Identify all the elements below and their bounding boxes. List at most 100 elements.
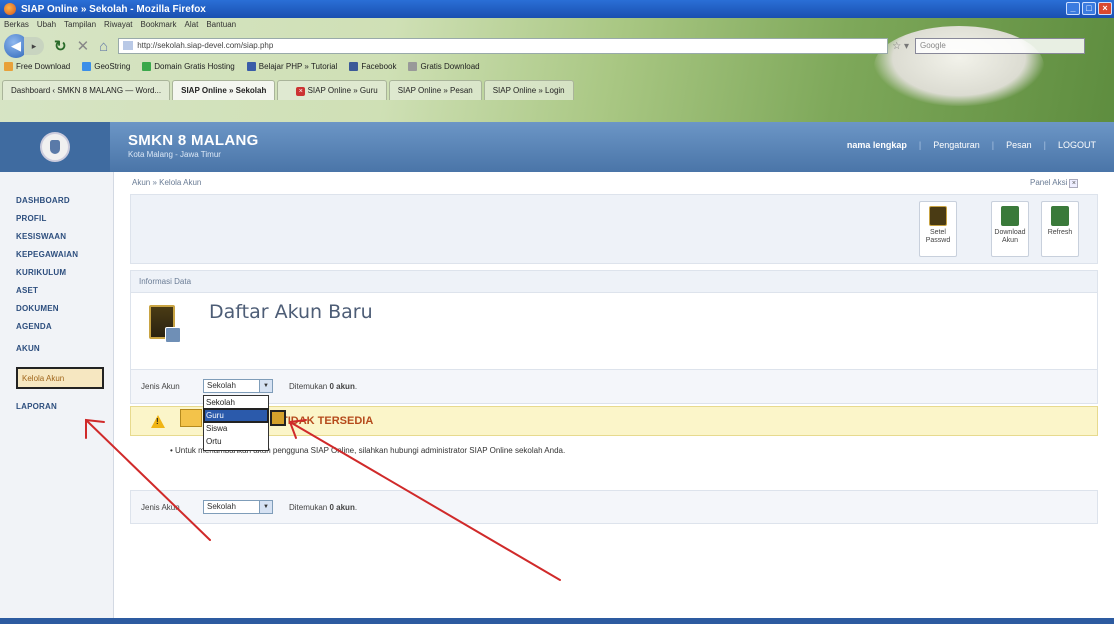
browser-chrome: Berkas Ubah Tampilan Riwayat Bookmark Al… bbox=[0, 18, 1114, 122]
bookmarks-toolbar: Free Download GeoString Domain Gratis Ho… bbox=[4, 62, 480, 72]
set-password-label: Setel Passwd bbox=[925, 229, 951, 244]
firefox-logo-icon bbox=[4, 3, 16, 15]
filter-bar-bottom: Jenis Akun Sekolah ▼ Ditemukan 0 akun. bbox=[130, 490, 1098, 524]
bookmark-facebook[interactable]: Facebook bbox=[349, 62, 396, 72]
window-title-bar: SIAP Online » Sekolah - Mozilla Firefox … bbox=[0, 0, 1114, 18]
account-type-select[interactable]: Sekolah ▼ bbox=[203, 379, 273, 393]
sidebar-subitem-kelola-akun[interactable]: Kelola Akun bbox=[16, 367, 104, 389]
panel-aksi-label: Panel Aksi bbox=[1030, 178, 1068, 187]
account-type-dropdown-list: Sekolah Guru Siswa Ortu bbox=[203, 395, 269, 451]
refresh-label: Refresh bbox=[1047, 229, 1073, 236]
menu-tampilan[interactable]: Tampilan bbox=[64, 20, 96, 29]
tab-strip: Dashboard ‹ SMKN 8 MALANG — Word... SIAP… bbox=[0, 80, 1114, 100]
account-type-label-bottom: Jenis Akun bbox=[141, 503, 180, 512]
browser-menubar: Berkas Ubah Tampilan Riwayat Bookmark Al… bbox=[4, 20, 236, 29]
tab-siap-sekolah[interactable]: SIAP Online » Sekolah bbox=[172, 80, 276, 100]
menu-ubah[interactable]: Ubah bbox=[37, 20, 56, 29]
home-icon[interactable]: ⌂ bbox=[99, 38, 108, 55]
sidebar-item-dokumen[interactable]: DOKUMEN bbox=[16, 304, 59, 313]
bookmark-domain-gratis[interactable]: Domain Gratis Hosting bbox=[142, 62, 235, 72]
chevron-down-icon[interactable]: ▼ bbox=[259, 380, 272, 392]
footer-bar bbox=[0, 618, 1114, 624]
site-header: SMKN 8 MALANG Kota Malang - Jawa Timur n… bbox=[0, 122, 1114, 172]
account-type-selected: Sekolah bbox=[207, 381, 236, 390]
facebook-icon bbox=[349, 62, 359, 72]
sidebar-item-akun[interactable]: AKUN bbox=[16, 344, 40, 353]
tab-dashboard[interactable]: Dashboard ‹ SMKN 8 MALANG — Word... bbox=[2, 80, 171, 100]
close-tab-icon[interactable]: × bbox=[296, 87, 306, 96]
option-ortu[interactable]: Ortu bbox=[204, 435, 268, 448]
close-window-icon[interactable]: × bbox=[1098, 2, 1112, 15]
refresh-button[interactable]: Refresh bbox=[1041, 201, 1079, 257]
logout-link[interactable]: LOGOUT bbox=[1058, 140, 1096, 150]
menu-berkas[interactable]: Berkas bbox=[4, 20, 29, 29]
download-akun-button[interactable]: Download Akun bbox=[991, 201, 1029, 257]
info-header: Informasi Data bbox=[131, 271, 1097, 293]
sidebar-item-kurikulum[interactable]: KURIKULUM bbox=[16, 268, 66, 277]
sidebar-item-laporan[interactable]: LAPORAN bbox=[16, 402, 57, 411]
option-siswa[interactable]: Siswa bbox=[204, 422, 268, 435]
download-icon bbox=[1001, 206, 1019, 226]
breadcrumb: Akun » Kelola Akun bbox=[132, 178, 202, 187]
messages-link[interactable]: Pesan bbox=[1006, 140, 1032, 150]
bookmark-gratis-download[interactable]: Gratis Download bbox=[408, 62, 480, 72]
warning-badge-icon bbox=[180, 409, 202, 427]
reload-icon[interactable]: ↻ bbox=[54, 37, 67, 55]
tab-siap-guru[interactable]: × SIAP Online » Guru bbox=[277, 80, 387, 100]
highlight-box-icon bbox=[270, 410, 286, 426]
bookmark-star-icon[interactable]: ☆ ▾ bbox=[892, 41, 909, 52]
tab-siap-pesan[interactable]: SIAP Online » Pesan bbox=[388, 80, 482, 100]
sidebar-item-agenda[interactable]: AGENDA bbox=[16, 322, 52, 331]
bookmark-page-icon bbox=[82, 62, 92, 72]
sidebar-item-kepegawaian[interactable]: KEPEGAWAIAN bbox=[16, 250, 78, 259]
key-book-icon bbox=[929, 206, 947, 226]
menu-alat[interactable]: Alat bbox=[185, 20, 199, 29]
account-type-selected-bottom: Sekolah bbox=[207, 502, 236, 511]
bookmark-page-icon bbox=[142, 62, 152, 72]
window-title: SIAP Online » Sekolah - Mozilla Firefox bbox=[21, 3, 206, 15]
school-city: Kota Malang - Jawa Timur bbox=[128, 150, 221, 159]
maximize-icon[interactable]: □ bbox=[1082, 2, 1096, 15]
action-toolbar: Setel Passwd Download Akun Refresh bbox=[130, 194, 1098, 264]
set-password-button[interactable]: Setel Passwd bbox=[919, 201, 957, 257]
bookmark-free-download[interactable]: Free Download bbox=[4, 62, 70, 72]
forward-dropdown-icon[interactable]: ▸ bbox=[24, 37, 44, 55]
stop-icon[interactable]: ✕ bbox=[77, 37, 90, 55]
warning-icon bbox=[151, 415, 165, 428]
school-name: SMKN 8 MALANG bbox=[128, 132, 259, 149]
menu-riwayat[interactable]: Riwayat bbox=[104, 20, 132, 29]
option-sekolah[interactable]: Sekolah bbox=[204, 396, 268, 409]
minimize-icon[interactable]: _ bbox=[1066, 2, 1080, 15]
address-bar[interactable]: http://sekolah.siap-devel.com/siap.php bbox=[118, 38, 889, 54]
panel-aksi-toggle[interactable]: Panel Aksi × bbox=[1030, 178, 1079, 188]
bookmark-belajar-php[interactable]: Belajar PHP » Tutorial bbox=[246, 62, 337, 72]
sidebar-item-profil[interactable]: PROFIL bbox=[16, 214, 47, 223]
sidebar: DASHBOARD PROFIL KESISWAAN KEPEGAWAIAN K… bbox=[0, 172, 114, 618]
tab-siap-login[interactable]: SIAP Online » Login bbox=[483, 80, 574, 100]
search-input[interactable]: Google bbox=[914, 38, 1085, 54]
sidebar-item-dashboard[interactable]: DASHBOARD bbox=[16, 196, 70, 205]
header-nav: nama lengkap | Pengaturan | Pesan | LOGO… bbox=[846, 140, 1096, 150]
option-guru[interactable]: Guru bbox=[203, 408, 269, 423]
bookmark-page-icon bbox=[246, 62, 256, 72]
filter-bar: Jenis Akun Sekolah ▼ Ditemukan 0 akun. bbox=[130, 370, 1098, 404]
account-book-icon bbox=[149, 305, 181, 343]
close-panel-icon[interactable]: × bbox=[1069, 179, 1079, 188]
sidebar-subitem-label: Kelola Akun bbox=[22, 374, 65, 383]
user-name[interactable]: nama lengkap bbox=[847, 140, 907, 150]
school-logo-icon[interactable] bbox=[40, 132, 70, 162]
settings-link[interactable]: Pengaturan bbox=[933, 140, 980, 150]
chevron-down-icon[interactable]: ▼ bbox=[259, 501, 272, 513]
sidebar-item-aset[interactable]: ASET bbox=[16, 286, 38, 295]
menu-bantuan[interactable]: Bantuan bbox=[206, 20, 236, 29]
logo-area bbox=[0, 122, 110, 172]
refresh-icon bbox=[1051, 206, 1069, 226]
site-favicon-icon bbox=[123, 41, 134, 51]
bookmark-geostring[interactable]: GeoString bbox=[82, 62, 130, 72]
account-type-select-bottom[interactable]: Sekolah ▼ bbox=[203, 500, 273, 514]
sidebar-item-kesiswaan[interactable]: KESISWAAN bbox=[16, 232, 66, 241]
bookmark-page-icon bbox=[4, 62, 13, 72]
result-count-bottom: Ditemukan 0 akun. bbox=[289, 503, 358, 512]
menu-bookmark[interactable]: Bookmark bbox=[141, 20, 177, 29]
download-akun-label: Download Akun bbox=[994, 229, 1026, 244]
